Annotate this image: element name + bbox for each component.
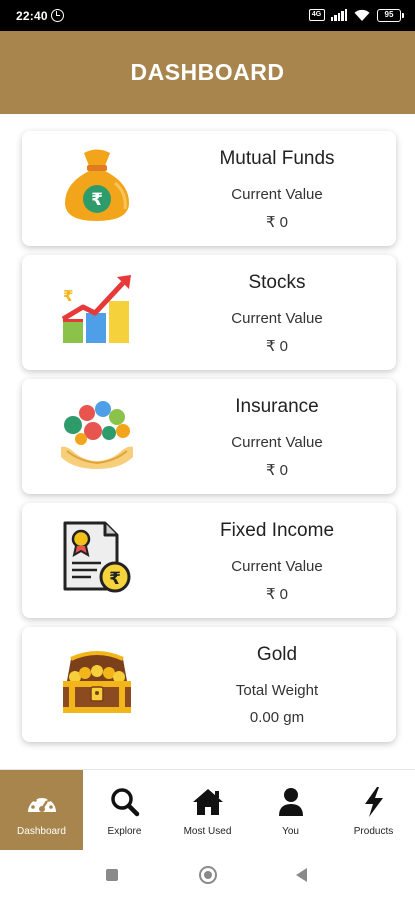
card-value: ₹ 0 xyxy=(265,462,289,479)
status-bar: 22:40 4G 95 xyxy=(0,0,415,31)
card-text: Mutual Funds Current Value ₹ 0 xyxy=(182,131,372,246)
nav-label: Explore xyxy=(107,826,142,837)
card-label: Current Value xyxy=(231,434,323,451)
card-title: Fixed Income xyxy=(219,520,335,541)
card-value: ₹ 0 xyxy=(265,214,289,231)
status-indicators: 4G 95 xyxy=(308,7,404,23)
battery-icon: 95 xyxy=(377,8,404,22)
card-label: Total Weight xyxy=(235,682,319,699)
card-insurance[interactable]: Insurance Current Value ₹ 0 xyxy=(22,379,396,494)
nav-label: You xyxy=(282,826,299,837)
card-title: Stocks xyxy=(248,272,306,293)
card-fixed-income[interactable]: ₹ Fixed Income Current Value ₹ 0 xyxy=(22,503,396,618)
card-label: Current Value xyxy=(231,186,323,203)
nav-label: Dashboard xyxy=(17,826,66,837)
svg-text:₹: ₹ xyxy=(109,569,121,589)
nav-item-dashboard[interactable]: Dashboard xyxy=(0,770,83,850)
person-icon xyxy=(274,786,308,818)
nav-label: Products xyxy=(353,826,394,837)
recent-apps-icon[interactable] xyxy=(106,869,118,881)
svg-text:₹: ₹ xyxy=(63,287,73,305)
nav-item-explore[interactable]: Explore xyxy=(83,770,166,850)
card-value: ₹ 0 xyxy=(265,338,289,355)
bottom-nav: Dashboard Explore Most Used You Products xyxy=(0,769,415,850)
status-time: 22:40 xyxy=(16,9,48,23)
home-icon xyxy=(191,786,225,818)
money-bag-icon: ₹ xyxy=(56,147,138,225)
insurance-hands-icon xyxy=(56,395,138,473)
nav-item-products[interactable]: Products xyxy=(332,770,415,850)
system-nav-bar xyxy=(0,850,415,900)
card-title: Mutual Funds xyxy=(219,148,335,169)
app-header: DASHBOARD xyxy=(0,31,415,114)
card-title: Gold xyxy=(256,644,298,665)
alarm-icon xyxy=(51,9,64,22)
treasure-chest-icon xyxy=(56,643,138,721)
card-label: Current Value xyxy=(231,310,323,327)
speedometer-icon xyxy=(25,786,59,818)
back-icon[interactable] xyxy=(296,868,307,882)
search-icon xyxy=(108,786,142,818)
card-stocks[interactable]: ₹ Stocks Current Value ₹ 0 xyxy=(22,255,396,370)
card-gold[interactable]: Gold Total Weight 0.00 gm xyxy=(22,627,396,742)
bar-chart-growth-icon: ₹ xyxy=(56,271,138,349)
svg-text:₹: ₹ xyxy=(91,190,103,210)
certificate-icon: ₹ xyxy=(56,519,138,597)
signal-icon xyxy=(330,9,347,21)
wifi-icon xyxy=(354,9,370,21)
page-title: DASHBOARD xyxy=(130,59,285,85)
card-text: Stocks Current Value ₹ 0 xyxy=(182,255,372,370)
nav-item-most-used[interactable]: Most Used xyxy=(166,770,249,850)
lightning-icon xyxy=(357,786,391,818)
card-value: ₹ 0 xyxy=(265,586,289,603)
portfolio-card-list: ₹ Mutual Funds Current Value ₹ 0 ₹ Stock… xyxy=(22,131,396,751)
card-text: Insurance Current Value ₹ 0 xyxy=(182,379,372,494)
card-mutual-funds[interactable]: ₹ Mutual Funds Current Value ₹ 0 xyxy=(22,131,396,246)
card-label: Current Value xyxy=(231,558,323,575)
sim-card-icon: 4G xyxy=(308,9,325,21)
card-title: Insurance xyxy=(235,396,319,417)
card-text: Fixed Income Current Value ₹ 0 xyxy=(182,503,372,618)
nav-label: Most Used xyxy=(183,826,232,837)
home-button-icon[interactable] xyxy=(199,866,217,884)
card-text: Gold Total Weight 0.00 gm xyxy=(182,627,372,742)
card-value: 0.00 gm xyxy=(249,709,305,726)
nav-item-you[interactable]: You xyxy=(249,770,332,850)
